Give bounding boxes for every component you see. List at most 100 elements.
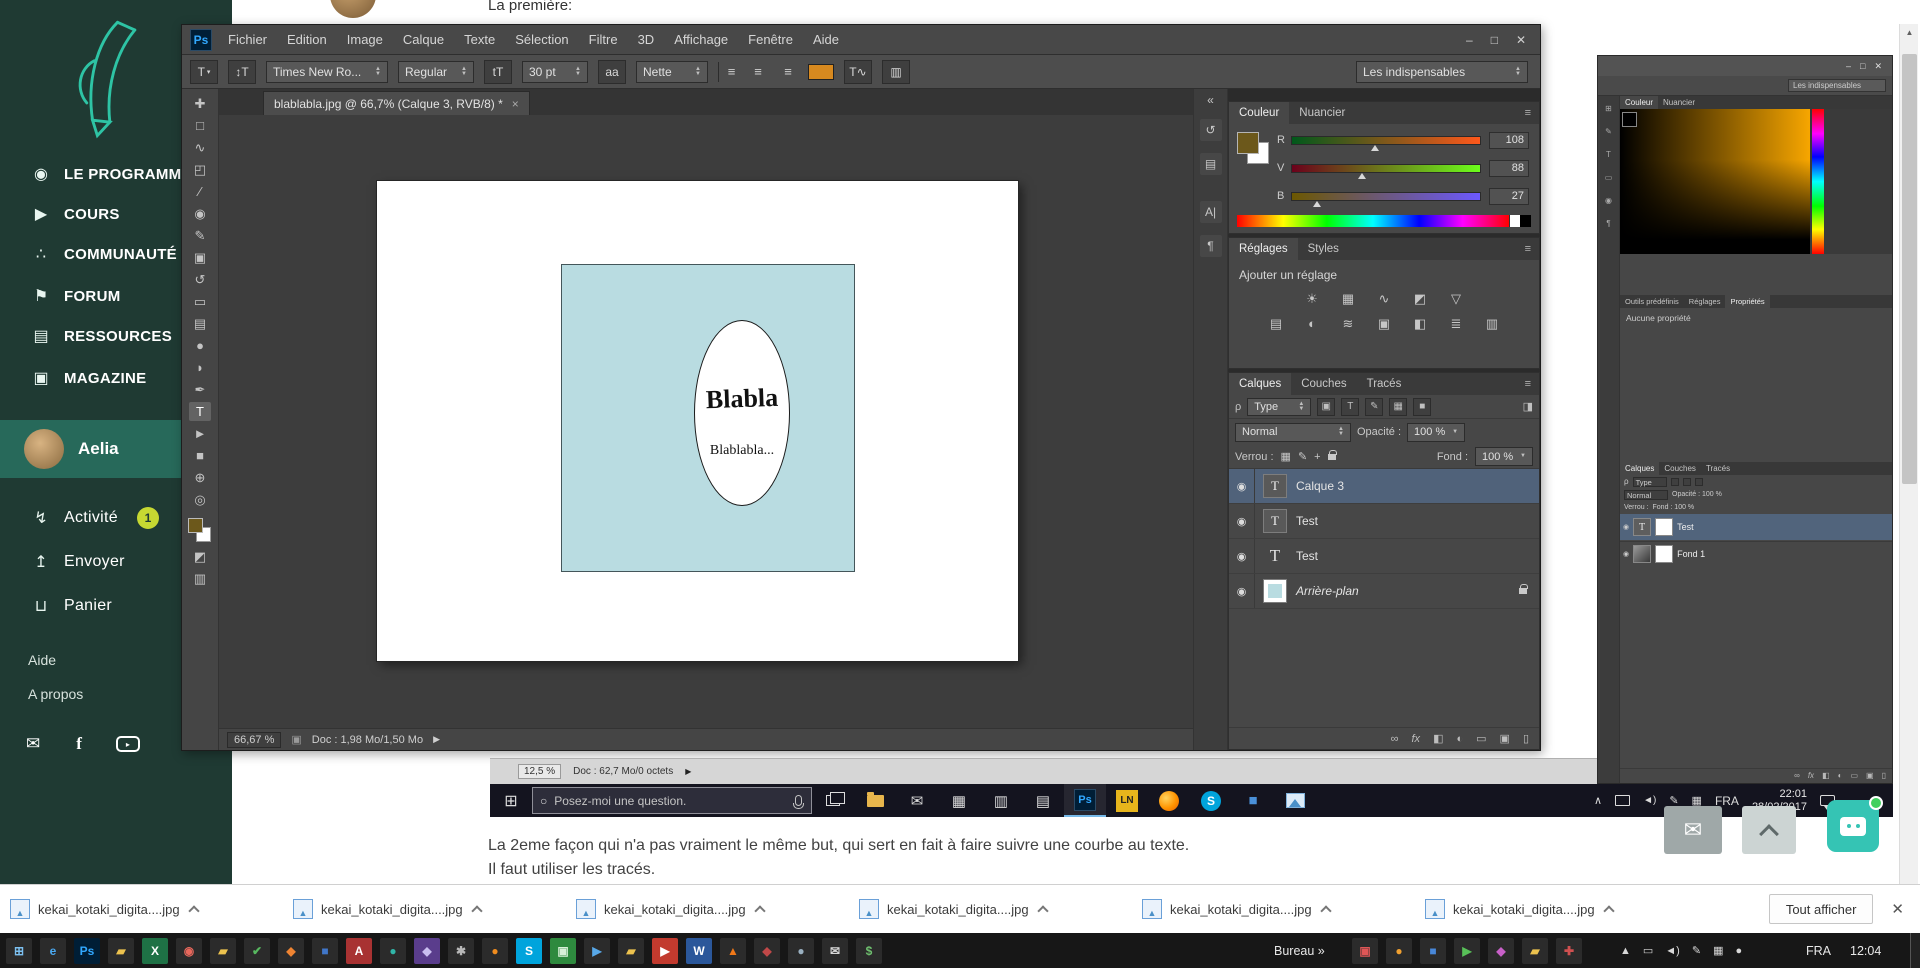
lookup-adjustment-icon: ≣ bbox=[1444, 316, 1468, 332]
clock[interactable]: 12:04 bbox=[1850, 944, 1881, 958]
layers-blend-row: Normal▲▼ Opacité : 100 %▼ bbox=[1229, 419, 1539, 445]
download-item[interactable]: ▲ kekai_kotaki_digita....jpg bbox=[1425, 899, 1708, 919]
download-menu-chevron-icon[interactable] bbox=[1037, 905, 1048, 916]
skype-letter: S bbox=[1201, 791, 1221, 811]
tray-icon[interactable]: ✎ bbox=[1692, 944, 1701, 957]
app-icon[interactable]: S bbox=[516, 938, 542, 964]
spinner-icon: ▲▼ bbox=[1510, 67, 1521, 77]
download-item[interactable]: ▲ kekai_kotaki_digita....jpg bbox=[1142, 899, 1425, 919]
photoshop-logo: Ps bbox=[190, 29, 212, 51]
app-icon[interactable]: ▶ bbox=[584, 938, 610, 964]
play-icon: ▶ bbox=[28, 204, 54, 224]
photoshop-screenshot: Ps Fichier Edition Image Calque Texte Sé… bbox=[181, 24, 1541, 751]
app-icon[interactable]: ✱ bbox=[448, 938, 474, 964]
layers-filter-row: ρ Type▲▼ ▣ T ✎ ▦ ■ ◨ bbox=[1229, 395, 1539, 419]
app-icon[interactable]: ▰ bbox=[618, 938, 644, 964]
download-item[interactable]: ▲ kekai_kotaki_digita....jpg bbox=[10, 899, 293, 919]
slider-thumb bbox=[1371, 145, 1379, 151]
app-icon[interactable]: $ bbox=[856, 938, 882, 964]
mail-icon[interactable]: ✉ bbox=[26, 734, 40, 754]
app-icon[interactable]: ✉ bbox=[822, 938, 848, 964]
app-icon[interactable]: ◉ bbox=[176, 938, 202, 964]
sidebar-item-a-propos[interactable]: A propos bbox=[28, 686, 83, 702]
facebook-icon[interactable]: f bbox=[76, 734, 82, 754]
cart-icon: ⊔ bbox=[28, 596, 54, 616]
app-icon[interactable]: ■ bbox=[312, 938, 338, 964]
scroll-up-arrow-icon[interactable]: ▲ bbox=[1900, 28, 1919, 37]
filter-brush-icon: ✎ bbox=[1365, 398, 1383, 416]
tray-icon[interactable]: ▦ bbox=[1713, 944, 1723, 957]
app-icon[interactable]: ▶ bbox=[1454, 938, 1480, 964]
download-item[interactable]: ▲ kekai_kotaki_digita....jpg bbox=[576, 899, 859, 919]
app-icon[interactable]: ▰ bbox=[108, 938, 134, 964]
tutorial-paragraphs: La 2eme façon qui n'a pas vraiment le mê… bbox=[488, 834, 1189, 882]
tray-caret-icon[interactable]: ▲ bbox=[1620, 945, 1631, 957]
download-menu-chevron-icon[interactable] bbox=[1603, 905, 1614, 916]
show-all-downloads-button[interactable]: Tout afficher bbox=[1769, 894, 1874, 924]
tab-couleur: Couleur bbox=[1229, 102, 1289, 124]
sidebar-item-aide[interactable]: Aide bbox=[28, 652, 56, 668]
volume-tray-icon[interactable]: ◄) bbox=[1665, 945, 1680, 957]
site-logo-pencil[interactable] bbox=[58, 12, 154, 144]
font-family-select: Times New Ro...▲▼ bbox=[266, 61, 388, 83]
app-icon[interactable]: Ps bbox=[74, 938, 100, 964]
scrollbar-thumb[interactable] bbox=[1902, 54, 1917, 484]
chat-widget-button[interactable] bbox=[1827, 800, 1879, 852]
lasso-tool-icon: ∿ bbox=[189, 138, 211, 157]
exposure-adjustment-icon: ◩ bbox=[1408, 291, 1432, 307]
download-menu-chevron-icon[interactable] bbox=[1320, 905, 1331, 916]
mini-dock-icon: ◉ bbox=[1605, 196, 1612, 205]
app-icon[interactable]: ■ bbox=[1420, 938, 1446, 964]
youtube-icon[interactable]: ▸ bbox=[116, 736, 140, 752]
app-icon[interactable]: ▲ bbox=[720, 938, 746, 964]
download-menu-chevron-icon[interactable] bbox=[188, 905, 199, 916]
app-icon[interactable]: ▣ bbox=[550, 938, 576, 964]
app-icon[interactable]: ● bbox=[482, 938, 508, 964]
download-item[interactable]: ▲ kekai_kotaki_digita....jpg bbox=[293, 899, 576, 919]
mail-icon: ✉ bbox=[1684, 817, 1702, 843]
app-icon[interactable]: ◆ bbox=[278, 938, 304, 964]
quick-mask-icon: ◩ bbox=[189, 547, 211, 566]
desktop-toolbar-label[interactable]: Bureau » bbox=[1274, 944, 1325, 958]
download-menu-chevron-icon[interactable] bbox=[471, 905, 482, 916]
antialias-icon: aa bbox=[598, 60, 626, 84]
app-icon[interactable]: ▰ bbox=[1522, 938, 1548, 964]
mini-window-controls: – □ ✕ bbox=[1598, 56, 1892, 76]
app-icon[interactable]: ● bbox=[788, 938, 814, 964]
app-icon[interactable]: ● bbox=[1386, 938, 1412, 964]
app-icon[interactable]: ● bbox=[380, 938, 406, 964]
app-icon[interactable]: ⊞ bbox=[6, 938, 32, 964]
app-icon[interactable]: ▰ bbox=[210, 938, 236, 964]
scroll-to-top-button[interactable] bbox=[1742, 806, 1796, 854]
app-icon[interactable]: ▶ bbox=[652, 938, 678, 964]
app-icon[interactable]: ▣ bbox=[1352, 938, 1378, 964]
app-icon[interactable]: ✔ bbox=[244, 938, 270, 964]
app-icon[interactable]: W bbox=[686, 938, 712, 964]
close-download-bar-icon[interactable]: ✕ bbox=[1891, 900, 1904, 918]
filter-icon bbox=[1671, 478, 1679, 486]
contact-mail-widget[interactable]: ✉ bbox=[1664, 806, 1722, 854]
new-group-icon: ▭ bbox=[1476, 732, 1486, 745]
hand-tool-icon: ⊕ bbox=[189, 468, 211, 487]
app-icon[interactable]: A bbox=[346, 938, 372, 964]
tray-icon[interactable]: ▭ bbox=[1643, 944, 1653, 957]
red-value: 108 bbox=[1489, 132, 1529, 149]
spinner-icon: ▲▼ bbox=[1333, 427, 1344, 437]
lock-pixels-icon: ✎ bbox=[1298, 450, 1307, 463]
language-indicator[interactable]: FRA bbox=[1806, 944, 1831, 958]
app-icon[interactable]: e bbox=[40, 938, 66, 964]
mini-dock-icon: T bbox=[1606, 150, 1611, 159]
download-menu-chevron-icon[interactable] bbox=[754, 905, 765, 916]
app-icon[interactable]: ◆ bbox=[414, 938, 440, 964]
app-icon[interactable]: ◆ bbox=[754, 938, 780, 964]
tray-icon[interactable]: ● bbox=[1735, 945, 1742, 957]
spinner-icon: ▲▼ bbox=[1293, 402, 1304, 412]
show-desktop-button[interactable] bbox=[1910, 933, 1920, 968]
app-icon[interactable]: X bbox=[142, 938, 168, 964]
spinner-icon: ▲▼ bbox=[690, 67, 701, 77]
app-icon[interactable]: ✚ bbox=[1556, 938, 1582, 964]
download-item[interactable]: ▲ kekai_kotaki_digita....jpg bbox=[859, 899, 1142, 919]
app-icon[interactable]: ◆ bbox=[1488, 938, 1514, 964]
adjustment-icons-row2: ▤ ◐ ≋ ▣ ◧ ≣ ▥ bbox=[1229, 316, 1539, 332]
browser-scrollbar[interactable]: ▲ ▼ bbox=[1899, 24, 1918, 933]
